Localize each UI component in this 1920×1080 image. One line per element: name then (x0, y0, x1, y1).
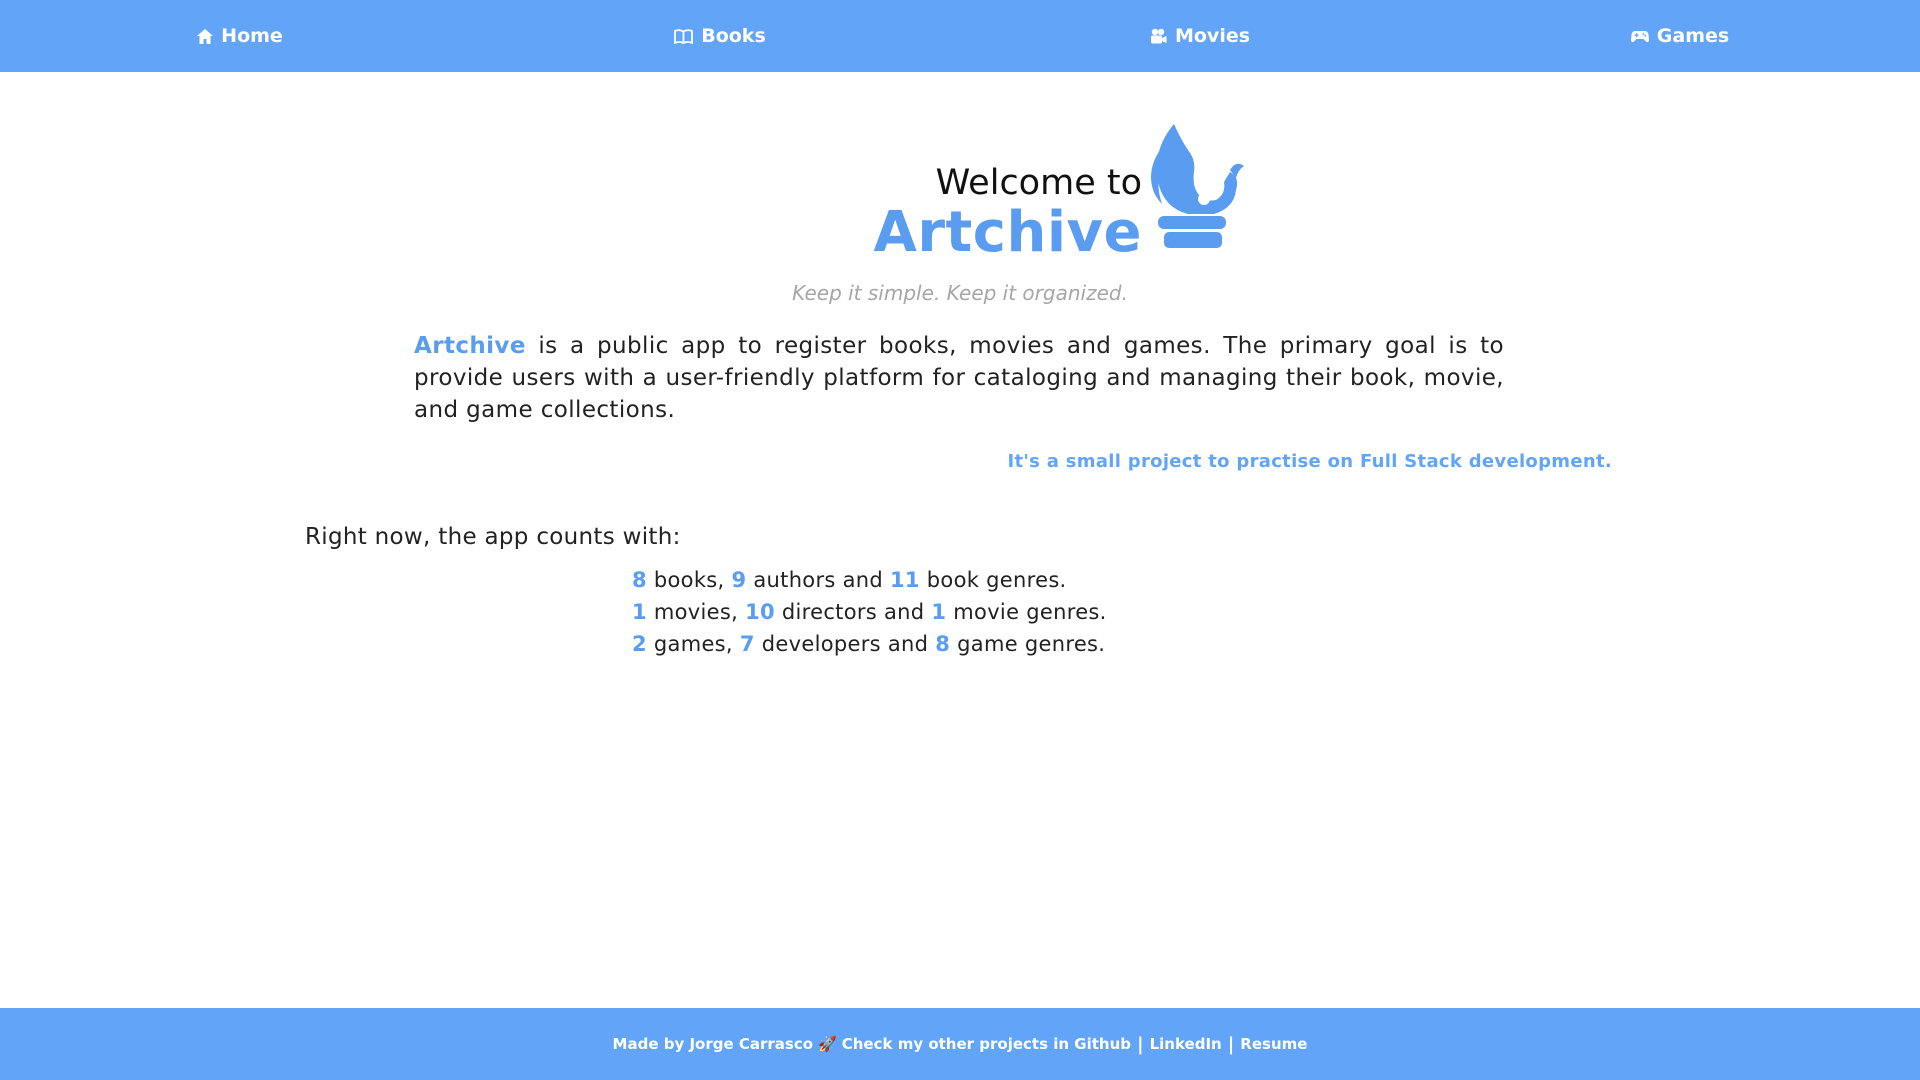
counts-intro: Right now, the app counts with: (305, 524, 681, 550)
books-label: books, (646, 568, 732, 592)
artchive-logo-icon (1151, 124, 1244, 248)
description: Artchive is a public app to register boo… (414, 330, 1504, 426)
nav-games[interactable]: Games (1440, 25, 1920, 47)
developers-count: 7 (739, 632, 755, 656)
game-genres-count: 8 (935, 632, 951, 656)
directors-count: 10 (745, 600, 775, 624)
movies-label: movies, (646, 600, 746, 624)
footer-separator: | (1137, 1033, 1144, 1055)
nav-games-label: Games (1656, 25, 1730, 47)
project-note: It's a small project to practise on Full… (1007, 451, 1612, 472)
book-icon (674, 28, 694, 44)
movies-count-line: 1 movies, 10 directors and 1 movie genre… (632, 596, 1107, 628)
description-text: is a public app to register books, movie… (414, 333, 1504, 423)
authors-count: 9 (731, 568, 747, 592)
nav-books-label: Books (701, 25, 766, 47)
directors-label: directors and (774, 600, 932, 624)
footer: Made by Jorge Carrasco 🚀 Check my other … (0, 1008, 1920, 1080)
github-link[interactable]: Check my other projects in Github (842, 1035, 1131, 1053)
rocket-icon: 🚀 (818, 1035, 837, 1053)
counts-list: 8 books, 9 authors and 11 book genres. 1… (632, 564, 1107, 660)
developers-label: developers and (754, 632, 936, 656)
brand-title: Artchive (873, 200, 1142, 265)
games-count: 2 (632, 632, 647, 656)
welcome-text: Welcome to (935, 163, 1142, 203)
book-genres-label: book genres. (919, 568, 1067, 592)
movie-genres-label: movie genres. (946, 600, 1107, 624)
nav-home[interactable]: Home (0, 25, 480, 47)
book-genres-count: 11 (890, 568, 920, 592)
books-count-line: 8 books, 9 authors and 11 book genres. (632, 564, 1107, 596)
footer-separator: | (1227, 1033, 1235, 1055)
nav-home-label: Home (221, 25, 283, 47)
tagline: Keep it simple. Keep it organized. (792, 281, 1128, 305)
linkedin-link[interactable]: LinkedIn (1150, 1035, 1222, 1053)
nav-movies[interactable]: Movies (960, 25, 1440, 47)
nav-books[interactable]: Books (480, 25, 960, 47)
movie-genres-count: 1 (931, 600, 947, 624)
games-label: games, (646, 632, 740, 656)
footer-made-by: Made by Jorge Carrasco (612, 1035, 814, 1053)
books-count: 8 (632, 568, 647, 592)
authors-label: authors and (746, 568, 890, 592)
games-count-line: 2 games, 7 developers and 8 game genres. (632, 628, 1107, 660)
resume-link[interactable]: Resume (1240, 1035, 1307, 1053)
gamepad-icon (1630, 30, 1649, 42)
game-genres-label: game genres. (950, 632, 1106, 656)
hero: Welcome to Artchive (0, 118, 1920, 268)
camera-icon (1150, 28, 1167, 43)
movies-count: 1 (632, 600, 647, 624)
nav-movies-label: Movies (1174, 25, 1251, 47)
navbar: Home Books Movies Games (0, 0, 1920, 72)
description-brand: Artchive (414, 333, 526, 359)
home-icon (197, 28, 214, 44)
